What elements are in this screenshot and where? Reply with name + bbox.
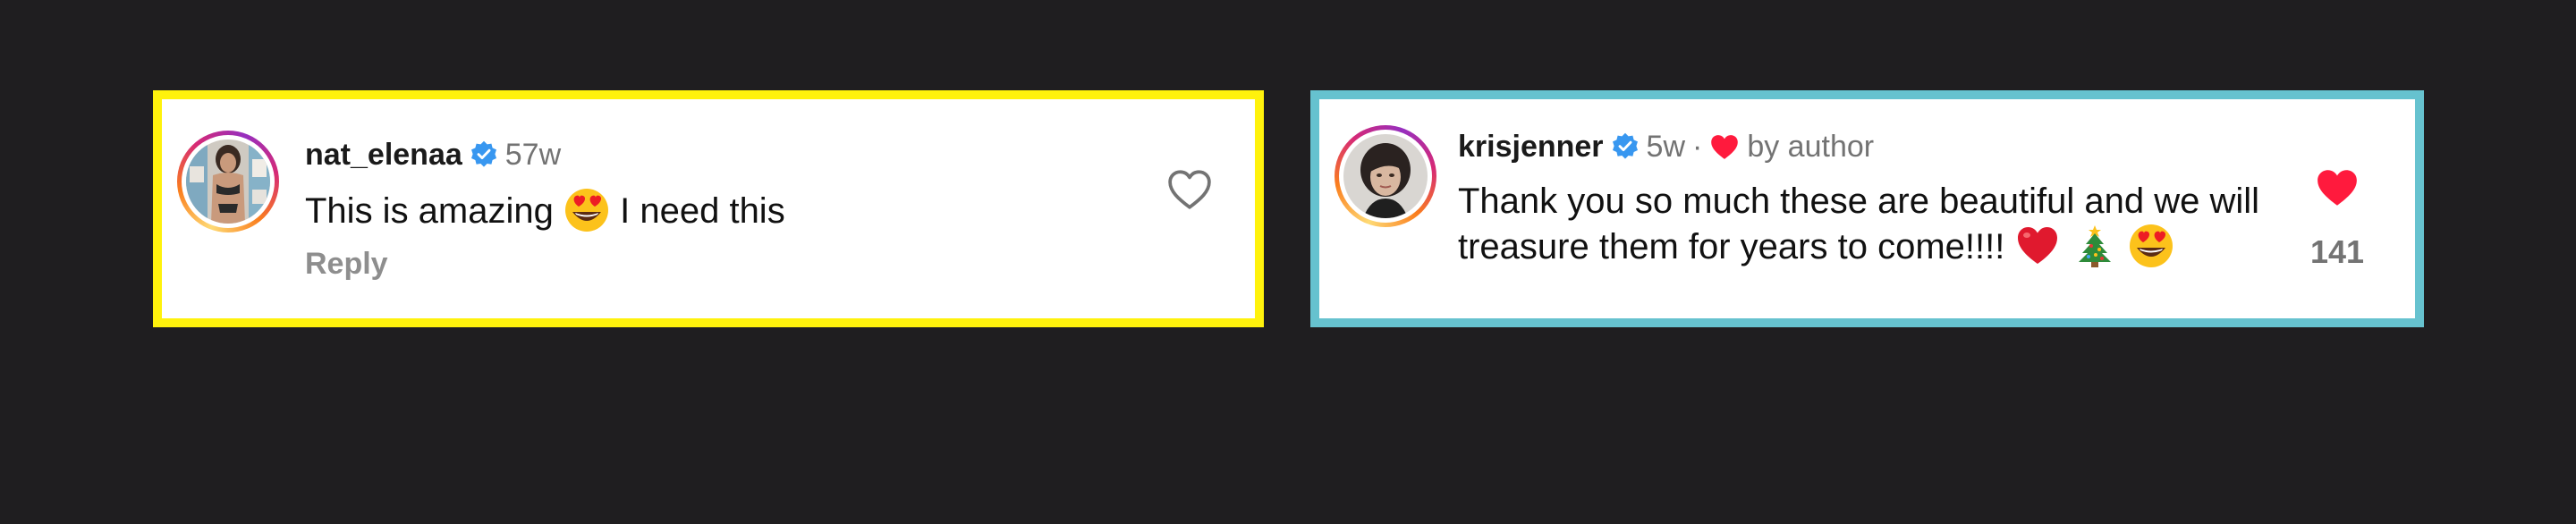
comment-card-nat-elenaa: nat_elenaa 57w This is amazing I need th… bbox=[153, 90, 1264, 327]
verified-badge-icon bbox=[1612, 132, 1638, 159]
like-count[interactable]: 141 bbox=[2297, 233, 2377, 271]
verified-badge-icon bbox=[470, 140, 496, 167]
avatar-photo bbox=[186, 139, 270, 224]
avatar-ring-inner bbox=[1339, 130, 1432, 223]
comment-text-part: I need this bbox=[620, 191, 785, 231]
red-heart-emoji bbox=[2014, 223, 2061, 269]
christmas-tree-emoji bbox=[2072, 223, 2118, 269]
comment-text-part: This is amazing bbox=[305, 191, 554, 231]
separator-dot: · bbox=[1692, 130, 1703, 164]
heart-eyes-emoji bbox=[2128, 223, 2174, 269]
avatar[interactable] bbox=[1335, 125, 1436, 227]
avatar[interactable] bbox=[177, 131, 279, 232]
comment-text: This is amazing I need this bbox=[305, 187, 785, 233]
timestamp[interactable]: 57w bbox=[505, 137, 561, 173]
reply-button[interactable]: Reply bbox=[305, 247, 388, 282]
like-heart-filled-icon[interactable] bbox=[2315, 167, 2360, 208]
avatar-photo bbox=[1343, 134, 1428, 218]
timestamp[interactable]: 5w bbox=[1647, 129, 1685, 165]
like-heart-outline-icon[interactable] bbox=[1167, 169, 1212, 210]
comment-header: nat_elenaa 57w bbox=[305, 137, 561, 173]
comment-header: krisjenner 5w · by author bbox=[1458, 129, 1874, 165]
heart-eyes-emoji bbox=[564, 187, 610, 233]
avatar-ring-inner bbox=[182, 135, 275, 228]
by-author-label: by author bbox=[1747, 130, 1875, 164]
username[interactable]: nat_elenaa bbox=[305, 137, 462, 173]
comment-text: Thank you so much these are beautiful an… bbox=[1458, 180, 2334, 269]
comment-card-krisjenner: krisjenner 5w · by author Thank you so m… bbox=[1310, 90, 2424, 327]
username[interactable]: krisjenner bbox=[1458, 129, 1604, 165]
author-liked-heart-icon bbox=[1711, 134, 1739, 159]
